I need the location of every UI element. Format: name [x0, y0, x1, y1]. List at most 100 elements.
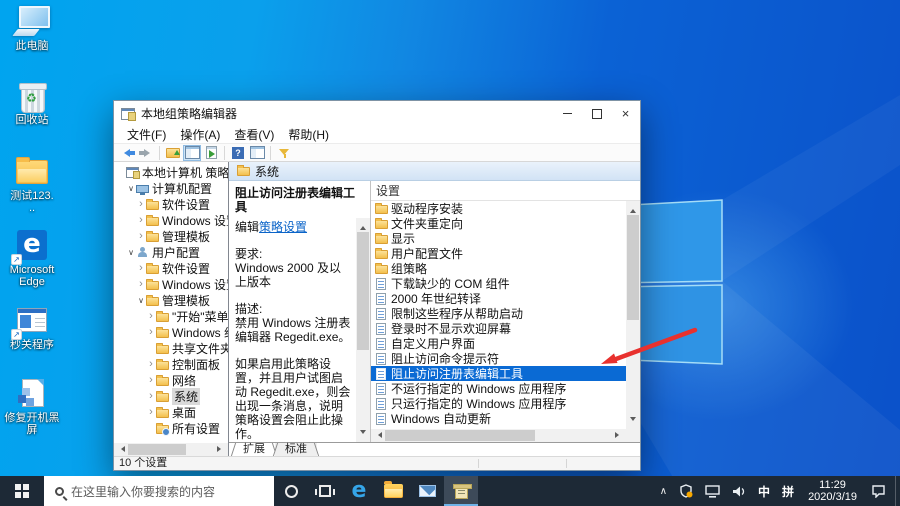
view-tab[interactable]: 扩展: [233, 443, 275, 456]
desktop-icon[interactable]: 测试123. ..: [2, 156, 62, 214]
up-one-level-icon[interactable]: [164, 145, 182, 161]
edge-taskbar-button[interactable]: e: [342, 476, 376, 506]
title-bar[interactable]: 本地组策略编辑器 ×: [114, 101, 640, 126]
shortcut-arrow-icon: [11, 329, 22, 340]
expander-icon[interactable]: [136, 293, 146, 308]
file-explorer-button[interactable]: [376, 476, 410, 506]
scrollbar-thumb[interactable]: [627, 215, 639, 320]
action-center-button[interactable]: [866, 476, 891, 506]
expander-icon[interactable]: [136, 229, 146, 243]
tree-item[interactable]: 软件设置: [114, 260, 228, 276]
view-tab[interactable]: 标准: [275, 443, 317, 456]
expander-icon[interactable]: [146, 389, 156, 403]
tree-item[interactable]: Windows 组: [114, 324, 228, 340]
settings-list-item[interactable]: 自定义用户界面: [371, 336, 626, 351]
start-button[interactable]: [0, 476, 44, 506]
forward-icon[interactable]: [137, 145, 155, 161]
settings-list-item[interactable]: Windows 自动更新: [371, 411, 626, 426]
search-input[interactable]: 在这里输入你要搜索的内容: [44, 476, 274, 506]
minimize-button[interactable]: [553, 101, 582, 126]
list-horizontal-scrollbar[interactable]: [371, 429, 626, 442]
mail-button[interactable]: [410, 476, 444, 506]
clock[interactable]: 11:29 2020/3/19: [801, 476, 864, 506]
volume-tray-button[interactable]: [727, 476, 751, 506]
tree-item[interactable]: Windows 设置: [114, 212, 228, 228]
settings-list-item[interactable]: 文件夹重定向: [371, 216, 626, 231]
settings-list-item[interactable]: 不运行指定的 Windows 应用程序: [371, 381, 626, 396]
tree-horizontal-scrollbar[interactable]: [114, 443, 228, 456]
expander-icon[interactable]: [126, 245, 136, 260]
list-item-icon: [375, 235, 388, 244]
scrollbar-thumb[interactable]: [357, 232, 369, 350]
desktop-icon[interactable]: 秒关程序: [2, 305, 62, 351]
filter-icon[interactable]: [275, 145, 293, 161]
expander-icon[interactable]: [136, 277, 146, 291]
help-icon[interactable]: [229, 145, 247, 161]
tree-item[interactable]: 软件设置: [114, 196, 228, 212]
export-list-icon[interactable]: [202, 145, 220, 161]
network-tray-button[interactable]: [700, 476, 725, 506]
console-window-icon[interactable]: [248, 145, 266, 161]
tree-item[interactable]: 桌面: [114, 404, 228, 420]
security-tray-button[interactable]: [674, 476, 698, 506]
back-icon[interactable]: [118, 145, 136, 161]
tree-item[interactable]: 共享文件夹: [114, 340, 228, 356]
menu-item[interactable]: 帮助(H): [281, 126, 336, 143]
tree-item[interactable]: 用户配置: [114, 244, 228, 260]
expander-icon[interactable]: [146, 309, 156, 323]
tree-item[interactable]: 所有设置: [114, 420, 228, 436]
info-vertical-scrollbar[interactable]: [356, 218, 370, 442]
show-console-tree-icon[interactable]: [183, 145, 201, 161]
settings-list-item[interactable]: 2000 年世纪转译: [371, 291, 626, 306]
expander-icon[interactable]: [136, 197, 146, 211]
settings-list-item[interactable]: 显示: [371, 231, 626, 246]
settings-list-item[interactable]: 驱动程序安装: [371, 201, 626, 216]
settings-list-item[interactable]: 下载缺少的 COM 组件: [371, 276, 626, 291]
expander-icon[interactable]: [146, 373, 156, 387]
menu-item[interactable]: 文件(F): [120, 126, 173, 143]
desktop-icon[interactable]: 此电脑: [2, 6, 62, 52]
tree-item[interactable]: 管理模板: [114, 228, 228, 244]
expander-icon[interactable]: [146, 405, 156, 419]
settings-list-item[interactable]: 阻止访问命令提示符: [371, 351, 626, 366]
desktop-icon[interactable]: 回收站: [2, 80, 62, 126]
cortana-button[interactable]: [274, 476, 308, 506]
task-view-button[interactable]: [308, 476, 342, 506]
tree-item[interactable]: 控制面板: [114, 356, 228, 372]
settings-list-item[interactable]: 组策略: [371, 261, 626, 276]
tree-item[interactable]: 管理模板: [114, 292, 228, 308]
settings-list-item[interactable]: 只运行指定的 Windows 应用程序: [371, 396, 626, 411]
tree-item[interactable]: 计算机配置: [114, 180, 228, 196]
list-vertical-scrollbar[interactable]: [626, 201, 640, 429]
settings-column-header[interactable]: 设置: [371, 181, 640, 201]
tree-item[interactable]: 网络: [114, 372, 228, 388]
expander-icon[interactable]: [146, 357, 156, 371]
expander-icon[interactable]: [136, 261, 146, 275]
ime-mode-indicator[interactable]: 拼: [777, 476, 799, 506]
menu-item[interactable]: 操作(A): [173, 126, 227, 143]
scrollbar-thumb[interactable]: [385, 430, 535, 441]
expander-icon[interactable]: [146, 325, 156, 339]
ime-language-indicator[interactable]: 中: [753, 476, 775, 506]
show-desktop-button[interactable]: [895, 476, 900, 506]
gpedit-taskbar-button[interactable]: [444, 476, 478, 506]
menu-item[interactable]: 查看(V): [227, 126, 281, 143]
expander-icon[interactable]: [126, 181, 136, 196]
settings-list-item[interactable]: 阻止访问注册表编辑工具: [371, 366, 626, 381]
expander-icon[interactable]: [136, 213, 146, 227]
settings-list-item[interactable]: 用户配置文件: [371, 246, 626, 261]
desktop-icon[interactable]: 修复开机黑 屏: [2, 378, 62, 436]
tray-overflow-button[interactable]: ∧: [655, 476, 672, 506]
desktop-icon[interactable]: Microsoft Edge: [2, 230, 62, 288]
maximize-button[interactable]: [582, 101, 611, 126]
tree-item[interactable]: "开始"菜单和: [114, 308, 228, 324]
settings-list-item[interactable]: 登录时不显示欢迎屏幕: [371, 321, 626, 336]
policy-settings-link[interactable]: 策略设置: [259, 220, 307, 234]
scrollbar-thumb[interactable]: [128, 444, 186, 455]
settings-list-item[interactable]: 限制这些程序从帮助启动: [371, 306, 626, 321]
tree-item[interactable]: Windows 设置: [114, 276, 228, 292]
right-panel: 系统 阻止访问注册表编辑工具 编辑策略设置 要求:Windows 2000 及以…: [229, 162, 640, 456]
tree-item[interactable]: 系统: [114, 388, 228, 404]
tree-item[interactable]: 本地计算机 策略: [114, 164, 228, 180]
close-button[interactable]: ×: [611, 101, 640, 126]
